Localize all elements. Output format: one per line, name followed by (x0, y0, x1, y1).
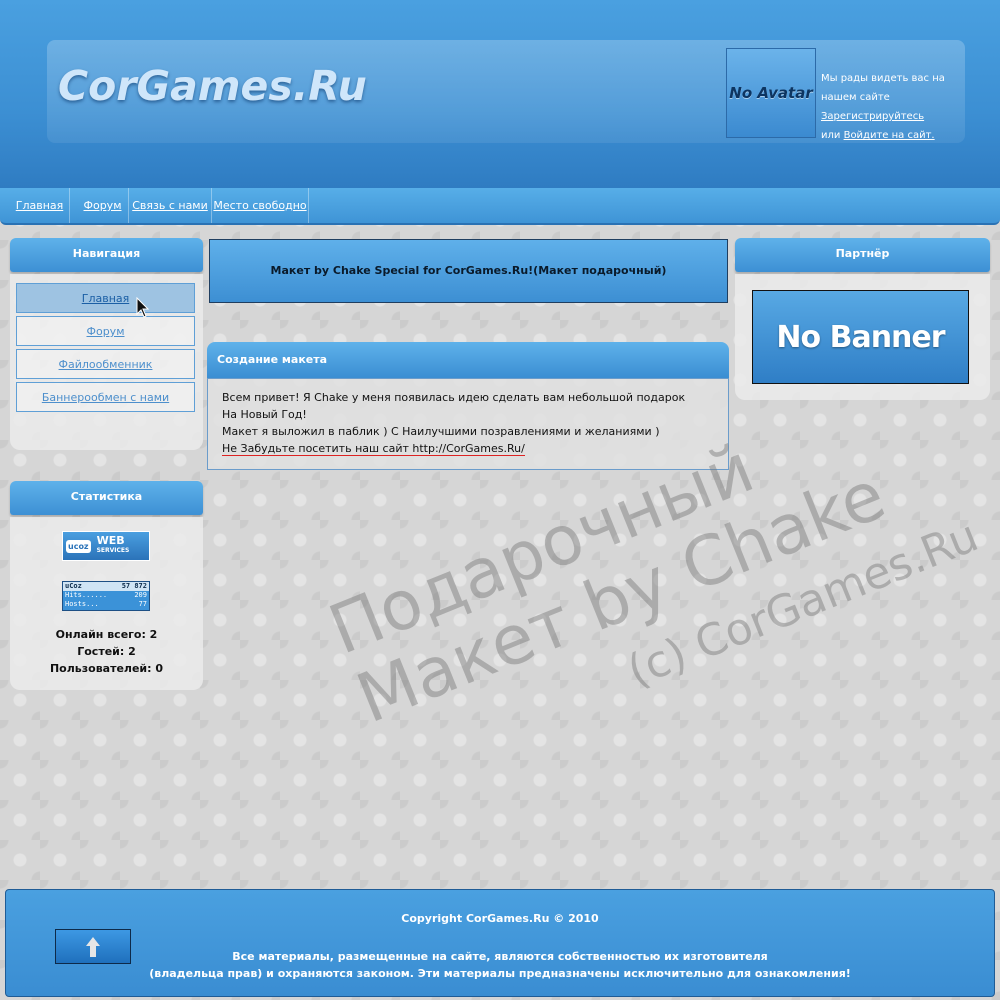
partner-block-title: Партнёр (735, 238, 990, 272)
ucoz-web-label: WEB (96, 534, 125, 547)
rights-line: (владельца прав) и охраняются законом. Э… (149, 967, 851, 980)
counter-brand: uCoz (65, 582, 82, 590)
user-avatar: No Avatar (726, 48, 816, 138)
welcome-prefix: Мы рады видеть вас на нашем сайте (821, 73, 945, 103)
rights-line: Все материалы, размещенные на сайте, явл… (232, 950, 768, 963)
guests-count: Гостей: 2 (77, 645, 136, 658)
mouse-cursor-icon (136, 297, 150, 318)
partner-banner[interactable]: No Banner (752, 290, 969, 384)
counter-hosts-label: Hosts... (65, 600, 99, 608)
banner-placeholder-text: No Banner (776, 319, 945, 355)
counter-hosts: 77 (138, 600, 147, 608)
site-logo[interactable]: CorGames.Ru (58, 62, 367, 110)
nav-contact[interactable]: Связь с нами (129, 188, 212, 223)
post-site-link[interactable]: Не Забудьте посетить наш сайт http://Cor… (222, 442, 525, 456)
footer-rights-notice: Все материалы, размещенные на сайте, явл… (0, 948, 1000, 982)
sidebar-item-forum[interactable]: Форум (16, 316, 195, 346)
ucoz-web-services-badge[interactable]: ucoz WEB SERVICES (62, 531, 150, 561)
arrow-up-icon (86, 936, 100, 957)
navigation-block-title: Навигация (10, 238, 203, 272)
counter-hits-label: Hits...... (65, 591, 108, 599)
statistics-block-title: Статистика (10, 481, 203, 515)
nav-free-slot[interactable]: Место свободно (212, 188, 309, 223)
counter-hits: 209 (134, 591, 147, 599)
login-link[interactable]: Войдите на сайт. (844, 130, 935, 141)
post-body: Всем привет! Я Chake у меня появилась ид… (207, 378, 729, 470)
scroll-to-top-button[interactable] (55, 929, 131, 964)
announcement-banner: Макет by Chake Special for CorGames.Ru!(… (209, 239, 728, 303)
footer-copyright: Copyright CorGames.Ru © 2010 (401, 912, 599, 925)
post-line: Всем привет! Я Chake у меня появилась ид… (222, 391, 686, 404)
sidebar-item-file-exchange[interactable]: Файлообменник (16, 349, 195, 379)
avatar-placeholder-text: No Avatar (729, 84, 813, 102)
counter-total: 57 872 (121, 582, 147, 590)
post-title: Создание макета (207, 342, 729, 378)
register-link[interactable]: Зарегистрируйтесь (821, 111, 924, 122)
online-total: Онлайн всего: 2 (55, 628, 158, 641)
post-line: Макет я выложил в паблик ) С Наилучшими … (222, 425, 660, 438)
ucoz-services-label: SERVICES (96, 547, 130, 554)
nav-home[interactable]: Главная (10, 188, 70, 223)
ucoz-logo-icon: ucoz (66, 539, 91, 553)
nav-forum[interactable]: Форум (77, 188, 129, 223)
welcome-or: или (821, 130, 841, 141)
welcome-message: Мы рады видеть вас на нашем сайте Зареги… (821, 69, 971, 145)
sidebar-item-banner-exchange[interactable]: Баннерообмен с нами (16, 382, 195, 412)
sidebar-item-home[interactable]: Главная (16, 283, 195, 313)
ucoz-hit-counter[interactable]: uCoz 57 872 Hits...... 209 Hosts... 77 (62, 581, 150, 611)
post-line: На Новый Год! (222, 408, 307, 421)
users-count: Пользователей: 0 (49, 662, 164, 675)
